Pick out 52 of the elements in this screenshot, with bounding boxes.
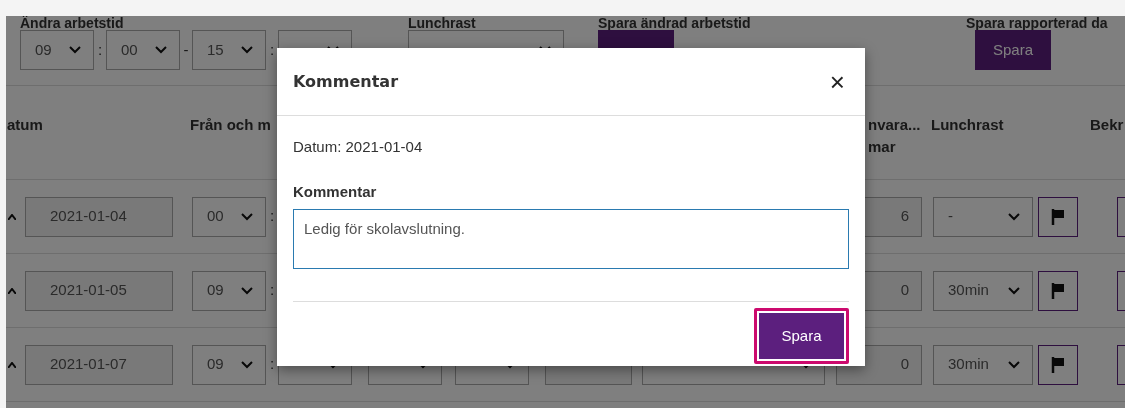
chevron-down-icon [241, 360, 253, 369]
lunch-select[interactable]: 30min [933, 344, 1033, 385]
chevron-down-icon [69, 46, 81, 54]
hour-select[interactable]: 09 [192, 270, 266, 311]
chevron-down-icon [155, 46, 167, 54]
column-header: Bekr [1090, 115, 1124, 135]
comment-field[interactable]: Ledig för skolavslutning. [293, 209, 849, 269]
flag-icon [1051, 281, 1065, 300]
separator-text: : [268, 354, 276, 375]
column-header: atum [7, 115, 43, 135]
chevron-up-icon[interactable] [8, 361, 16, 368]
column-header: Från och m [190, 115, 271, 135]
separator-text: : [268, 280, 276, 301]
save-button[interactable]: Spara [975, 30, 1051, 70]
lunch-select[interactable]: 30min [933, 270, 1033, 311]
flag-button[interactable] [1038, 270, 1078, 311]
field-label: Spara ändrad arbetstid [598, 16, 752, 30]
separator-text: - [182, 39, 190, 60]
chevron-up-icon[interactable] [8, 287, 16, 294]
hour-select[interactable]: 00 [192, 196, 266, 237]
chevron-down-icon [1008, 286, 1020, 295]
chevron-down-icon [241, 212, 253, 221]
dialog-title: Kommentar [293, 70, 399, 93]
date-field[interactable]: 2021-01-04 [25, 196, 173, 237]
save-button[interactable]: Spara [759, 313, 844, 359]
chevron-down-icon [1008, 360, 1020, 369]
field-label: Ändra arbetstid [20, 16, 125, 30]
separator-text: : [96, 39, 104, 60]
field-label: Kommentar [293, 181, 378, 202]
flag-icon [1051, 355, 1065, 374]
time-select[interactable]: 00 [106, 30, 180, 70]
chevron-down-icon [1008, 212, 1020, 221]
column-header: nvara... mar [868, 115, 921, 157]
chevron-down-icon [241, 286, 253, 295]
flag-icon [1051, 207, 1065, 226]
separator-text: : [268, 206, 276, 227]
field-label: Spara rapporterad da [966, 16, 1109, 30]
date-text: Datum: 2021-01-04 [293, 137, 424, 157]
flag-button[interactable] [1038, 196, 1078, 237]
close-button[interactable]: × [825, 68, 849, 95]
flag-button[interactable] [1038, 344, 1078, 385]
lunch-select[interactable]: - [933, 196, 1033, 237]
date-field[interactable]: 2021-01-07 [25, 344, 173, 385]
column-header: Lunchrast [931, 115, 1004, 135]
chevron-up-icon[interactable] [8, 213, 16, 220]
time-select[interactable]: 09 [20, 30, 94, 70]
time-select[interactable]: 15 [192, 30, 266, 70]
chevron-down-icon [241, 46, 253, 54]
separator-text: : [268, 39, 276, 60]
date-field[interactable]: 2021-01-05 [25, 270, 173, 311]
field-label: Lunchrast [408, 16, 477, 30]
hour-select[interactable]: 09 [192, 344, 266, 385]
